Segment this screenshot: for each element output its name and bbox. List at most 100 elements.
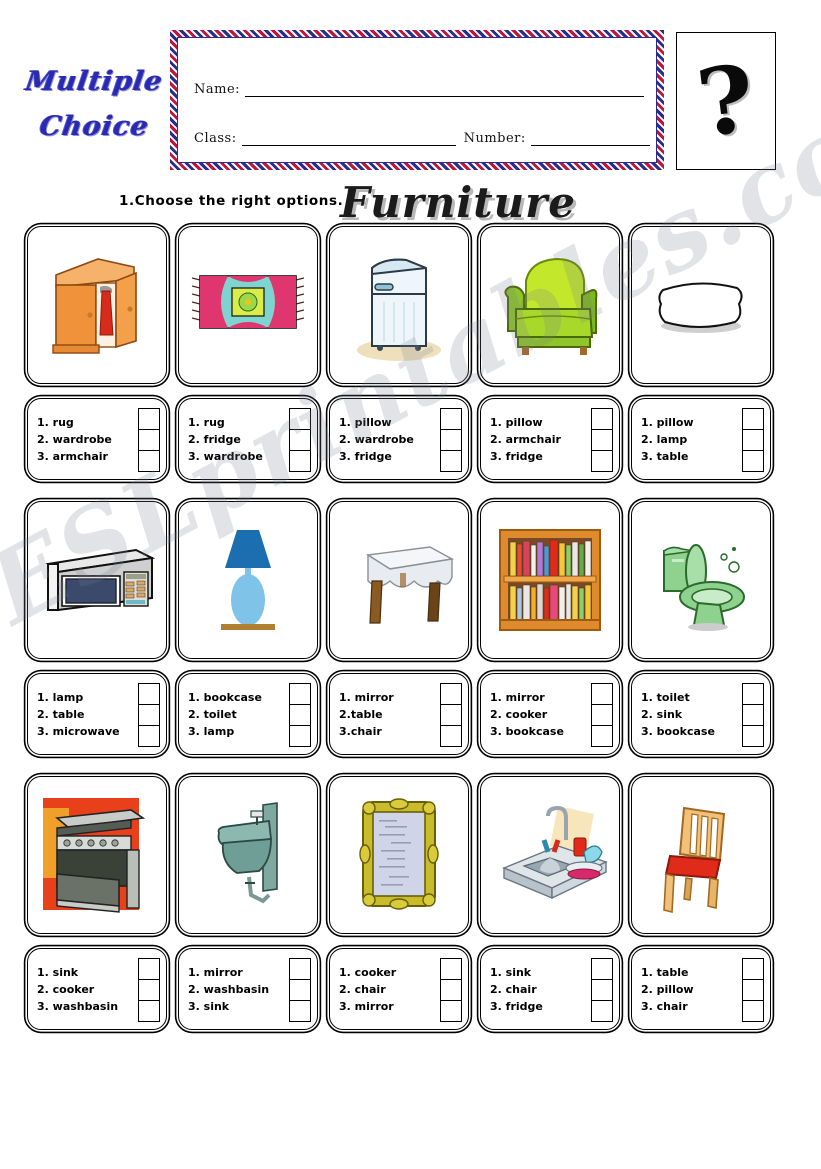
checkbox-3[interactable] [139, 725, 159, 746]
option-1: 1. bookcase [188, 691, 262, 704]
checkbox-2[interactable] [441, 429, 461, 451]
option-3: 3. lamp [188, 725, 235, 738]
checkbox-1[interactable] [592, 958, 612, 980]
checkbox-1[interactable] [290, 683, 310, 705]
checkbox-3[interactable] [139, 450, 159, 471]
checkbox-3[interactable] [290, 725, 310, 746]
checkbox-2[interactable] [139, 704, 159, 726]
checkbox-2[interactable] [592, 429, 612, 451]
checkbox-3[interactable] [743, 450, 763, 471]
answer-checkboxes [440, 407, 462, 472]
checkbox-3[interactable] [290, 1000, 310, 1021]
option-2: 2. cooker [37, 983, 95, 996]
checkbox-2[interactable] [743, 979, 763, 1001]
checkbox-3[interactable] [592, 450, 612, 471]
option-3: 3. washbasin [37, 1000, 119, 1013]
checkbox-3[interactable] [743, 725, 763, 746]
topic-title: Furniture [340, 178, 577, 227]
option-3: 3. microwave [37, 725, 120, 738]
options-box: 1. pillow 2. armchair 3. fridge [480, 398, 620, 480]
checkbox-1[interactable] [743, 683, 763, 705]
checkbox-1[interactable] [592, 408, 612, 430]
class-input-line[interactable] [241, 132, 456, 146]
option-3: 3. table [641, 450, 689, 463]
option-3: 3. fridge [490, 450, 543, 463]
instruction-text: 1.Choose the right options. [119, 193, 344, 209]
option-2: 2. chair [339, 983, 386, 996]
exercise-item: 1. mirror 2.table 3.chair [329, 501, 469, 755]
checkbox-3[interactable] [441, 725, 461, 746]
checkbox-2[interactable] [139, 429, 159, 451]
option-3: 3. sink [188, 1000, 230, 1013]
checkbox-3[interactable] [290, 450, 310, 471]
checkbox-2[interactable] [290, 979, 310, 1001]
number-input-line[interactable] [530, 132, 650, 146]
checkbox-1[interactable] [290, 408, 310, 430]
option-1: 1. sink [490, 966, 532, 979]
checkbox-2[interactable] [139, 979, 159, 1001]
exercise-item: 1. cooker 2. chair 3. mirror [329, 776, 469, 1030]
options-box: 1. mirror 2. cooker 3. bookcase [480, 673, 620, 755]
fridge-image [329, 226, 469, 384]
checkbox-1[interactable] [290, 958, 310, 980]
answer-checkboxes [440, 682, 462, 747]
checkbox-2[interactable] [592, 704, 612, 726]
checkbox-3[interactable] [592, 725, 612, 746]
checkbox-1[interactable] [441, 958, 461, 980]
answer-checkboxes [289, 407, 311, 472]
question-mark-icon: ? [691, 43, 761, 159]
lamp-image [178, 501, 318, 659]
option-1: 1. mirror [490, 691, 545, 704]
option-3: 3. bookcase [490, 725, 564, 738]
answer-checkboxes [742, 407, 764, 472]
option-list: 1. pillow 2. wardrobe 3. fridge [339, 417, 414, 462]
checkbox-3[interactable] [592, 1000, 612, 1021]
checkbox-2[interactable] [592, 979, 612, 1001]
option-3: 3. bookcase [641, 725, 715, 738]
checkbox-2[interactable] [441, 979, 461, 1001]
answer-checkboxes [289, 682, 311, 747]
checkbox-1[interactable] [139, 958, 159, 980]
worksheet-page: Multiple Choice Name: Class: Number: ? 1… [0, 0, 821, 1169]
student-info-inner: Name: Class: Number: [177, 37, 657, 163]
option-2: 2. fridge [188, 433, 241, 446]
checkbox-2[interactable] [290, 429, 310, 451]
option-1: 1. cooker [339, 966, 397, 979]
option-1: 1. pillow [339, 416, 392, 429]
checkbox-1[interactable] [441, 683, 461, 705]
exercise-item: 1. lamp 2. table 3. microwave [27, 501, 167, 755]
option-2: 2. washbasin [188, 983, 270, 996]
checkbox-2[interactable] [743, 704, 763, 726]
option-1: 1. lamp [37, 691, 84, 704]
title-line-choice: Choice [37, 111, 152, 142]
wardrobe-image [27, 226, 167, 384]
multiple-choice-title: Multiple Choice [22, 44, 167, 164]
exercise-row: 1. lamp 2. table 3. microwave 1. bookcas… [27, 501, 795, 776]
answer-checkboxes [138, 957, 160, 1022]
option-2: 2. cooker [490, 708, 548, 721]
options-box: 1. toilet 2. sink 3. bookcase [631, 673, 771, 755]
option-2: 2. wardrobe [339, 433, 414, 446]
checkbox-2[interactable] [290, 704, 310, 726]
checkbox-1[interactable] [592, 683, 612, 705]
microwave-image [27, 501, 167, 659]
checkbox-3[interactable] [441, 450, 461, 471]
checkbox-1[interactable] [743, 958, 763, 980]
checkbox-1[interactable] [139, 408, 159, 430]
exercise-item: 1. rug 2. fridge 3. wardrobe [178, 226, 318, 480]
checkbox-2[interactable] [441, 704, 461, 726]
option-3: 3. wardrobe [188, 450, 263, 463]
checkbox-1[interactable] [441, 408, 461, 430]
checkbox-3[interactable] [139, 1000, 159, 1021]
option-1: 1. sink [37, 966, 79, 979]
checkbox-3[interactable] [743, 1000, 763, 1021]
options-box: 1. lamp 2. table 3. microwave [27, 673, 167, 755]
exercise-item: 1. sink 2. cooker 3. washbasin [27, 776, 167, 1030]
checkbox-2[interactable] [743, 429, 763, 451]
checkbox-1[interactable] [743, 408, 763, 430]
answer-checkboxes [591, 957, 613, 1022]
name-input-line[interactable] [245, 83, 644, 97]
exercise-item: 1. pillow 2. lamp 3. table [631, 226, 771, 480]
checkbox-1[interactable] [139, 683, 159, 705]
checkbox-3[interactable] [441, 1000, 461, 1021]
